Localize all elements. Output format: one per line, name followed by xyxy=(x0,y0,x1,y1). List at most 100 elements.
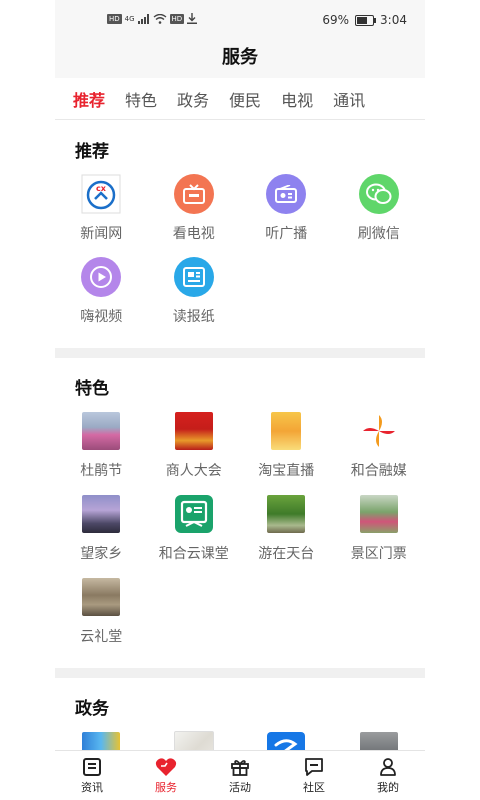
tiantai-travel-photo xyxy=(266,494,306,534)
service-label: 杜鹃节 xyxy=(80,463,123,479)
service-label: 看电视 xyxy=(172,226,215,242)
service-taobao-live[interactable]: 淘宝直播 xyxy=(240,411,333,494)
status-left: HD 4G HD xyxy=(107,13,198,24)
phone-screen: HD 4G HD 69% 3:04 服务 推荐 特色 政务 便民 电视 通讯 推… xyxy=(55,0,425,800)
service-label: 和合融媒 xyxy=(350,463,407,479)
nav-label: 活动 xyxy=(229,781,251,794)
hehe-media-logo xyxy=(359,411,399,451)
service-label: 淘宝直播 xyxy=(258,463,315,479)
service-cloud-classroom[interactable]: 和合云课堂 xyxy=(148,494,241,577)
video-play-icon xyxy=(81,257,122,297)
zhe-app-logo xyxy=(266,731,306,750)
service-cloud-hall[interactable]: 云礼堂 xyxy=(55,577,148,660)
tab-communication[interactable]: 通讯 xyxy=(333,87,365,111)
section-divider xyxy=(55,348,425,358)
tab-featured[interactable]: 特色 xyxy=(125,87,157,111)
section-title: 特色 xyxy=(75,379,109,399)
service-gov-3[interactable] xyxy=(240,731,333,750)
svg-text:cx: cx xyxy=(96,184,107,193)
section-title: 推荐 xyxy=(75,142,109,162)
hd-chip: HD xyxy=(107,13,122,24)
service-azalea-festival[interactable]: 杜鹃节 xyxy=(55,411,148,494)
nav-activity[interactable]: 活动 xyxy=(203,751,277,800)
nav-label: 服务 xyxy=(155,781,177,794)
newspaper-icon xyxy=(173,257,214,297)
hometown-photo xyxy=(81,494,121,534)
wechat-icon xyxy=(358,174,399,214)
battery-percent: 69% xyxy=(322,13,350,27)
service-video[interactable]: 嗨视频 xyxy=(55,257,148,340)
battery-icon xyxy=(355,14,377,26)
service-scenic-ticket[interactable]: 景区门票 xyxy=(333,494,426,577)
bottom-nav: 资讯 服务 活动 社区 我的 xyxy=(55,750,425,800)
tab-convenience[interactable]: 便民 xyxy=(229,87,261,111)
tab-tv[interactable]: 电视 xyxy=(281,87,313,111)
service-news-web[interactable]: cx 新闻网 xyxy=(55,174,148,257)
download-icon xyxy=(187,13,198,24)
status-bar: HD 4G HD 69% 3:04 xyxy=(55,0,425,42)
page-title: 服务 xyxy=(55,42,425,78)
service-wechat[interactable]: 刷微信 xyxy=(333,174,426,257)
service-content: 推荐 cx 新闻网 看电视 听广播 刷微信 嗨视频 读报纸 特色 杜鹃节 商人大… xyxy=(55,121,425,750)
hd-chip-2: HD xyxy=(169,13,185,24)
featured-grid: 杜鹃节 商人大会 淘宝直播 和合融媒 望家乡 和合云课堂 游在天台 景区门票 云… xyxy=(55,411,425,660)
service-gov-2[interactable] xyxy=(148,731,241,750)
nav-profile[interactable]: 我的 xyxy=(351,751,425,800)
nav-service[interactable]: 服务 xyxy=(129,751,203,800)
tab-recommend[interactable]: 推荐 xyxy=(73,87,105,111)
nav-label: 资讯 xyxy=(81,781,103,794)
service-label: 云礼堂 xyxy=(80,629,123,645)
recommend-grid: cx 新闻网 看电视 听广播 刷微信 嗨视频 读报纸 xyxy=(55,174,425,340)
service-radio[interactable]: 听广播 xyxy=(240,174,333,257)
section-divider xyxy=(55,668,425,678)
map-document-photo xyxy=(173,731,214,750)
service-tiantai-travel[interactable]: 游在天台 xyxy=(240,494,333,577)
service-label: 望家乡 xyxy=(80,546,123,562)
service-merchant-meeting[interactable]: 商人大会 xyxy=(148,411,241,494)
status-right: 69% 3:04 xyxy=(322,13,407,27)
azalea-photo xyxy=(81,411,121,451)
tv-icon xyxy=(173,174,214,214)
radio-icon xyxy=(266,174,307,214)
wifi-icon xyxy=(153,13,166,24)
gift-icon xyxy=(231,760,249,776)
government-grid xyxy=(55,731,425,750)
section-government: 政务 xyxy=(55,678,425,750)
service-label: 景区门票 xyxy=(350,546,407,562)
heart-service-icon xyxy=(155,758,177,776)
news-web-icon: cx xyxy=(81,174,121,214)
service-gov-1[interactable] xyxy=(55,731,148,750)
chat-icon xyxy=(305,758,323,776)
service-label: 听广播 xyxy=(265,226,308,242)
service-label: 和合云课堂 xyxy=(158,546,229,562)
nav-label: 社区 xyxy=(303,781,325,794)
tab-government[interactable]: 政务 xyxy=(177,87,209,111)
nav-label: 我的 xyxy=(377,781,399,794)
nav-news[interactable]: 资讯 xyxy=(55,751,129,800)
section-featured: 特色 杜鹃节 商人大会 淘宝直播 和合融媒 望家乡 和合云课堂 游在天台 景区门… xyxy=(55,358,425,668)
service-label: 游在天台 xyxy=(258,546,315,562)
cloud-classroom-icon xyxy=(174,494,214,534)
signal-icon xyxy=(137,13,149,24)
scenic-ticket-photo xyxy=(359,494,399,534)
gov-service-logo xyxy=(81,731,121,750)
news-icon xyxy=(83,758,101,776)
service-gov-4[interactable] xyxy=(333,731,426,750)
category-tabs: 推荐 特色 政务 便民 电视 通讯 xyxy=(55,78,425,120)
merchant-meeting-photo xyxy=(174,411,214,451)
service-hometown[interactable]: 望家乡 xyxy=(55,494,148,577)
service-label: 刷微信 xyxy=(357,226,400,242)
user-icon xyxy=(380,758,396,776)
service-hehe-media[interactable]: 和合融媒 xyxy=(333,411,426,494)
service-label: 嗨视频 xyxy=(80,309,123,325)
service-newspaper[interactable]: 读报纸 xyxy=(148,257,241,340)
network-label: 4G xyxy=(124,14,135,23)
service-label: 读报纸 xyxy=(172,309,215,325)
clock: 3:04 xyxy=(380,13,407,27)
service-label: 新闻网 xyxy=(80,226,123,242)
taobao-live-photo xyxy=(266,411,306,451)
service-label: 商人大会 xyxy=(165,463,222,479)
service-watch-tv[interactable]: 看电视 xyxy=(148,174,241,257)
nav-community[interactable]: 社区 xyxy=(277,751,351,800)
section-recommend: 推荐 cx 新闻网 看电视 听广播 刷微信 嗨视频 读报纸 xyxy=(55,121,425,348)
